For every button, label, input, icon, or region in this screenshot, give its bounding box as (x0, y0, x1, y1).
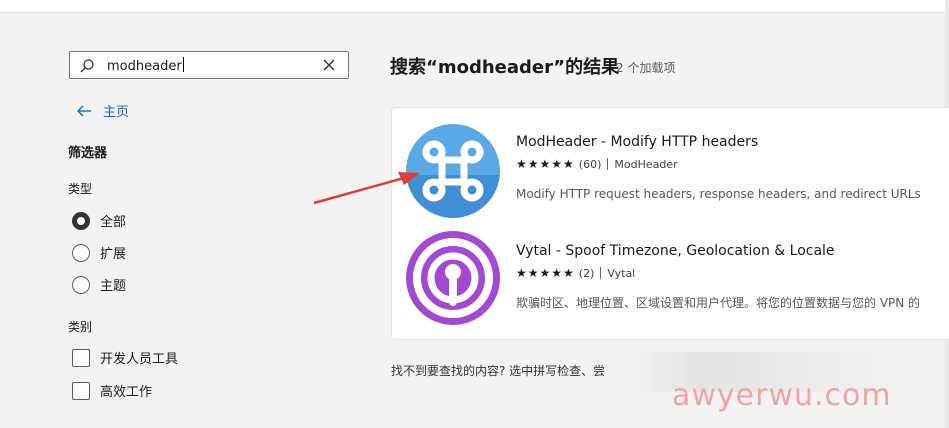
close-icon[interactable] (322, 58, 336, 72)
radio-label: 扩展 (100, 247, 127, 262)
no-results-hint: 找不到要查找的内容? 选中拼写检查、尝 (391, 364, 606, 378)
radio-circle (72, 243, 90, 262)
publisher: Vytal (607, 266, 636, 280)
page-title: 搜索“modheader”的结果 (390, 57, 620, 78)
result-name[interactable]: ModHeader - Modify HTTP headers (516, 134, 758, 150)
result-item-vytal[interactable]: Vytal - Spoof Timezone, Geolocation & Lo… (392, 226, 949, 336)
checkbox-box (72, 348, 90, 367)
radio-extensions[interactable]: 扩展 (72, 243, 126, 262)
rating-stars: ★★★★★ (516, 266, 575, 280)
result-name[interactable]: Vytal - Spoof Timezone, Geolocation & Lo… (516, 243, 835, 259)
radio-themes[interactable]: 主题 (72, 275, 126, 294)
back-home-link[interactable]: 主页 (76, 101, 129, 120)
radio-circle (72, 211, 90, 230)
checkbox-developer-tools[interactable]: 开发人员工具 (72, 348, 178, 367)
watermark: awyerwu.com (672, 378, 892, 413)
radio-label: 全部 (100, 215, 127, 230)
top-strip (0, 0, 949, 13)
result-meta: ★★★★★ (2) Vytal (516, 266, 635, 280)
rating-count: (60) (578, 157, 602, 171)
radio-all[interactable]: 全部 (72, 211, 126, 230)
rating-count: (2) (578, 266, 595, 280)
location-pin-icon (406, 231, 500, 325)
radio-label: 主题 (100, 279, 127, 294)
category-heading: 类别 (68, 320, 93, 334)
back-label: 主页 (103, 105, 130, 120)
results-count: 2 个加载项 (616, 61, 676, 75)
result-item-modheader[interactable]: ModHeader - Modify HTTP headers ★★★★★ (6… (392, 118, 949, 228)
checkbox-label: 开发人员工具 (100, 352, 179, 367)
rating-stars: ★★★★★ (516, 157, 575, 171)
radio-circle (72, 275, 90, 294)
result-description: 欺骗时区、地理位置、区域设置和用户代理。将您的位置数据与您的 VPN 的 (516, 296, 921, 310)
arrow-left-icon (77, 105, 91, 116)
divider (607, 158, 609, 170)
command-key-icon (406, 124, 500, 218)
filters-heading: 筛选器 (68, 146, 108, 161)
checkbox-productivity[interactable]: 高效工作 (72, 381, 152, 400)
result-meta: ★★★★★ (60) ModHeader (516, 157, 678, 171)
text-caret (182, 57, 184, 72)
type-heading: 类型 (68, 182, 93, 196)
results-card: ModHeader - Modify HTTP headers ★★★★★ (6… (391, 107, 949, 340)
checkbox-box (72, 381, 90, 400)
checkbox-label: 高效工作 (100, 385, 153, 400)
search-box[interactable]: modheader (69, 51, 349, 79)
result-description: Modify HTTP request headers, response he… (516, 187, 921, 201)
divider (600, 267, 602, 279)
search-input[interactable]: modheader (107, 57, 184, 74)
publisher: ModHeader (614, 157, 678, 171)
search-icon (80, 59, 94, 73)
